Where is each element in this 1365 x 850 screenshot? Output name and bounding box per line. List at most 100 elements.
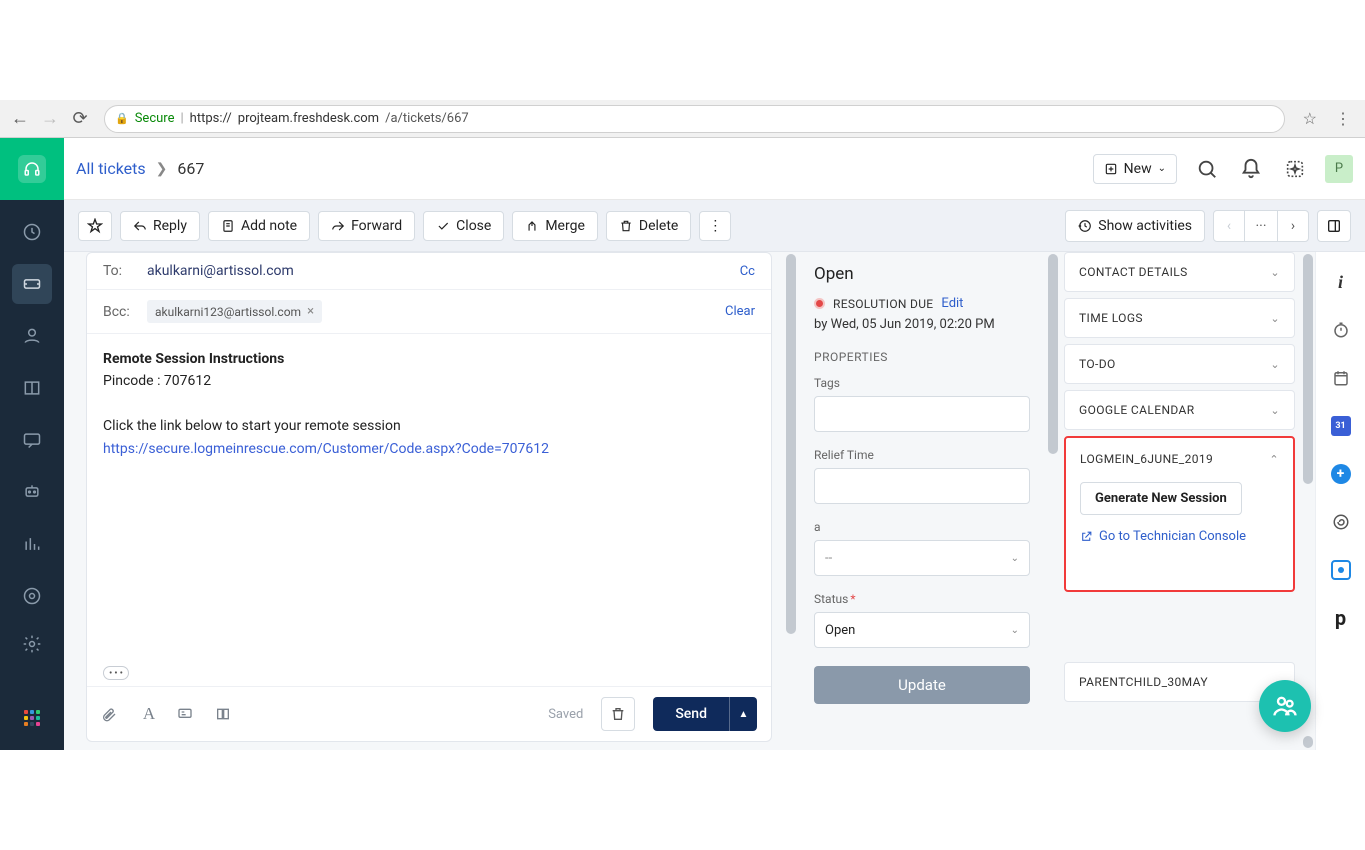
layout-toggle-button[interactable] [1317, 210, 1351, 242]
email-body[interactable]: Remote Session Instructions Pincode : 70… [87, 334, 771, 666]
nav-contacts-icon[interactable] [12, 316, 52, 356]
gcal-app-icon[interactable]: 31 [1329, 414, 1353, 438]
action-bar: Reply Add note Forward Close Merge Delet… [64, 200, 1365, 252]
nav-solutions-icon[interactable] [12, 368, 52, 408]
browser-reload-button[interactable]: ⟳ [68, 107, 92, 131]
scrollbar[interactable] [784, 252, 798, 750]
panel-logmein-header[interactable]: LOGMEIN_6JUNE_2019⌃ [1066, 438, 1293, 476]
headphones-icon [18, 155, 46, 183]
merge-button[interactable]: Merge [512, 211, 598, 241]
due-by-text: by Wed, 05 Jun 2019, 02:20 PM [814, 317, 1030, 332]
edit-due-link[interactable]: Edit [941, 296, 963, 311]
sparkle-icon[interactable] [1281, 155, 1309, 183]
required-asterisk: * [850, 592, 855, 606]
nav-bot-icon[interactable] [12, 472, 52, 512]
breadcrumb-all-tickets[interactable]: All tickets [76, 159, 146, 178]
browser-chrome: ← → ⟳ 🔒 Secure | https://projteam.freshd… [0, 100, 1365, 138]
send-button[interactable]: Send [653, 697, 729, 731]
email-to-row: To: akulkarni@artissol.com Cc [87, 253, 771, 290]
to-label: To: [103, 263, 137, 279]
relief-time-input[interactable] [814, 468, 1030, 504]
relief-time-label: Relief Time [814, 448, 1030, 462]
close-button[interactable]: Close [423, 211, 504, 241]
plus-square-icon [1104, 162, 1118, 176]
canned-response-icon[interactable] [177, 706, 197, 722]
nav-reports-icon[interactable] [12, 524, 52, 564]
bookmark-star-icon[interactable]: ☆ [1303, 109, 1317, 128]
panel-contact-details[interactable]: CONTACT DETAILS⌄ [1064, 252, 1295, 292]
new-button[interactable]: New ⌄ [1093, 154, 1177, 184]
send-button-group: Send ▲ [653, 697, 757, 731]
email-body-link[interactable]: https://secure.logmeinrescue.com/Custome… [103, 441, 549, 457]
search-icon[interactable] [1193, 155, 1221, 183]
email-body-instruction: Click the link below to start your remot… [103, 415, 755, 437]
chrome-menu-icon[interactable]: ⋮ [1335, 109, 1351, 128]
tags-input[interactable] [814, 396, 1030, 432]
url-path: /a/tickets/667 [385, 111, 469, 126]
browser-back-button[interactable]: ← [8, 107, 32, 131]
nav-tickets-icon[interactable] [12, 264, 52, 304]
scrollbar[interactable] [1301, 252, 1315, 750]
reply-button[interactable]: Reply [120, 211, 200, 241]
pager-more[interactable]: ··· [1245, 210, 1277, 242]
nav-admin-icon[interactable] [12, 576, 52, 616]
new-button-label: New [1124, 161, 1152, 177]
pager-next[interactable]: › [1277, 210, 1309, 242]
plus-app-icon[interactable]: + [1329, 462, 1353, 486]
chevron-down-icon: ⌄ [1270, 312, 1280, 325]
nav-dashboard-icon[interactable] [12, 212, 52, 252]
forward-button[interactable]: Forward [318, 211, 415, 241]
pager-prev[interactable]: ‹ [1213, 210, 1245, 242]
timer-app-icon[interactable] [1329, 318, 1353, 342]
send-dropdown[interactable]: ▲ [729, 697, 757, 731]
chip-remove-icon[interactable]: × [307, 304, 314, 319]
technician-console-link[interactable]: Go to Technician Console [1066, 529, 1293, 544]
chevron-up-icon: ⌃ [1269, 453, 1279, 466]
scrollbar[interactable] [1046, 252, 1060, 750]
topbar: All tickets ❯ 667 New ⌄ P [64, 138, 1365, 200]
to-value[interactable]: akulkarni@artissol.com [147, 263, 294, 279]
text-format-icon[interactable]: A [139, 704, 159, 724]
forward-icon [331, 219, 345, 233]
panel-google-calendar[interactable]: GOOGLE CALENDAR⌄ [1064, 390, 1295, 430]
bcc-chip[interactable]: akulkarni123@artissol.com × [147, 300, 322, 323]
nav-chat-icon[interactable] [12, 420, 52, 460]
swirl-app-icon[interactable] [1329, 510, 1353, 534]
freshchat-bubble[interactable] [1259, 680, 1311, 732]
discard-button[interactable] [601, 697, 635, 731]
reply-icon [133, 219, 147, 233]
avatar[interactable]: P [1325, 155, 1353, 183]
update-button[interactable]: Update [814, 666, 1030, 704]
info-app-icon[interactable]: i [1329, 270, 1353, 294]
a-select[interactable]: --⌄ [814, 540, 1030, 576]
panel-time-logs[interactable]: TIME LOGS⌄ [1064, 298, 1295, 338]
chevron-down-icon: ⌄ [1011, 553, 1019, 564]
add-note-button[interactable]: Add note [208, 211, 310, 241]
more-button[interactable]: ⋮ [699, 211, 731, 241]
kebab-icon: ⋮ [708, 218, 722, 234]
nav-settings-icon[interactable] [12, 624, 52, 664]
attachment-icon[interactable] [101, 706, 121, 722]
nav-apps-icon[interactable] [12, 698, 52, 738]
bell-icon[interactable] [1237, 155, 1265, 183]
clear-link[interactable]: Clear [725, 304, 755, 319]
generate-session-button[interactable]: Generate New Session [1080, 482, 1242, 515]
app-logo[interactable] [0, 138, 64, 200]
p-app-icon[interactable]: p [1329, 606, 1353, 630]
star-button[interactable] [78, 211, 112, 241]
delete-button[interactable]: Delete [606, 211, 691, 241]
url-bar[interactable]: 🔒 Secure | https://projteam.freshdesk.co… [104, 105, 1285, 133]
browser-forward-button[interactable]: → [38, 107, 62, 131]
chevron-down-icon: ⌄ [1011, 625, 1019, 636]
teamviewer-app-icon[interactable] [1329, 558, 1353, 582]
book-icon[interactable] [215, 706, 235, 722]
cc-link[interactable]: Cc [740, 264, 755, 279]
history-icon [1078, 219, 1092, 233]
panel-todo[interactable]: TO-DO⌄ [1064, 344, 1295, 384]
email-column: To: akulkarni@artissol.com Cc Bcc: akulk… [64, 252, 784, 750]
email-thread-toggle[interactable]: ••• [103, 666, 129, 680]
status-select[interactable]: Open⌄ [814, 612, 1030, 648]
calendar-app-icon[interactable] [1329, 366, 1353, 390]
resolution-label: RESOLUTION DUE [833, 297, 933, 311]
show-activities-button[interactable]: Show activities [1065, 210, 1205, 242]
